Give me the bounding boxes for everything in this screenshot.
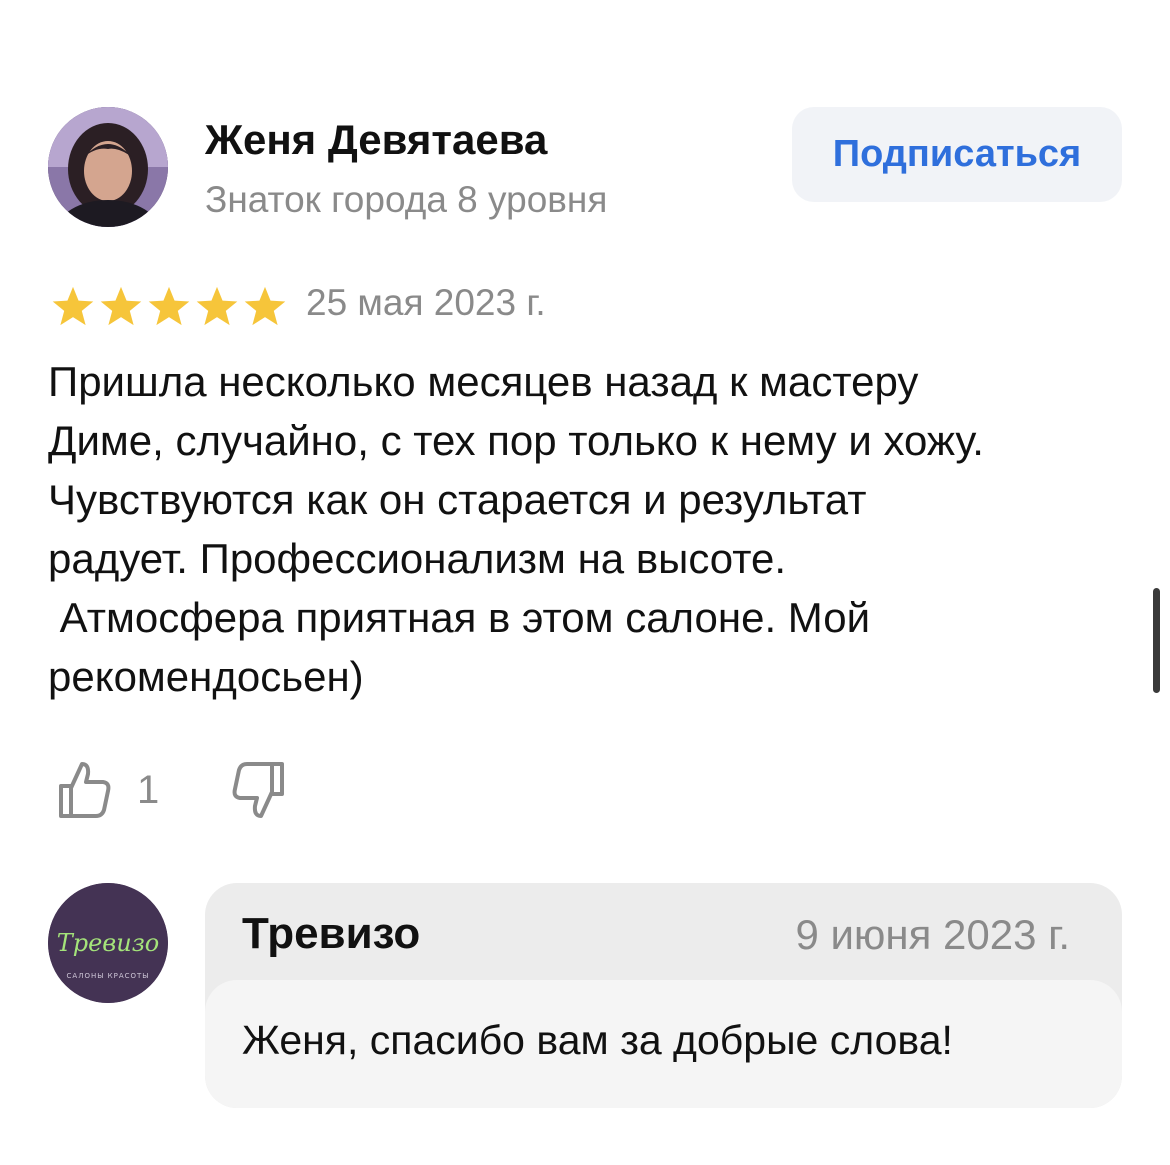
org-logo[interactable]: Тревизо САЛОНЫ КРАСОТЫ — [48, 883, 168, 1003]
reply-card: Тревизо 9 июня 2023 г. Женя, спасибо вам… — [205, 883, 1122, 1108]
thumbs-down-icon — [232, 762, 284, 818]
author-name[interactable]: Женя Девятаева — [205, 116, 547, 164]
review-text-line: радует. Профессионализм на высоте. — [48, 535, 787, 582]
like-count: 1 — [137, 768, 160, 812]
org-logo-tagline: САЛОНЫ КРАСОТЫ — [67, 972, 150, 980]
reply-text: Женя, спасибо вам за добрые слова! — [242, 1017, 953, 1063]
review-date: 25 мая 2023 г. — [306, 282, 546, 323]
rating-stars — [50, 285, 288, 329]
review-text: Пришла несколько месяцев назад к мастеру… — [48, 352, 1138, 706]
star-icon — [196, 286, 238, 326]
reply-date: 9 июня 2023 г. — [795, 911, 1070, 958]
reply-org-name[interactable]: Тревизо — [242, 909, 420, 959]
review-text-line: Атмосфера приятная в этом салоне. Мой — [48, 594, 871, 641]
subscribe-button[interactable]: Подписаться — [792, 107, 1122, 202]
author-level: Знаток города 8 уровня — [205, 179, 608, 220]
review-text-line: рекомендосьен) — [48, 653, 364, 700]
dislike-button[interactable] — [228, 760, 288, 822]
star-icon — [148, 286, 190, 326]
review-text-line: Диме, случайно, с тех пор только к нему … — [48, 417, 984, 464]
review-text-line: Чувствуются как он старается и результат — [48, 476, 867, 523]
thumbs-up-icon — [59, 762, 111, 818]
user-photo-icon — [48, 107, 168, 227]
org-logo-image: Тревизо САЛОНЫ КРАСОТЫ — [48, 883, 168, 1003]
like-button[interactable] — [55, 758, 115, 820]
scrollbar[interactable] — [1153, 588, 1160, 693]
star-icon — [52, 286, 94, 326]
reply-body: Женя, спасибо вам за добрые слова! — [205, 980, 1122, 1108]
review-text-line: Пришла несколько месяцев назад к мастеру — [48, 358, 919, 405]
author-avatar[interactable] — [48, 107, 168, 227]
star-icon — [100, 286, 142, 326]
star-icon — [244, 286, 286, 326]
org-logo-script: Тревизо — [57, 929, 160, 957]
